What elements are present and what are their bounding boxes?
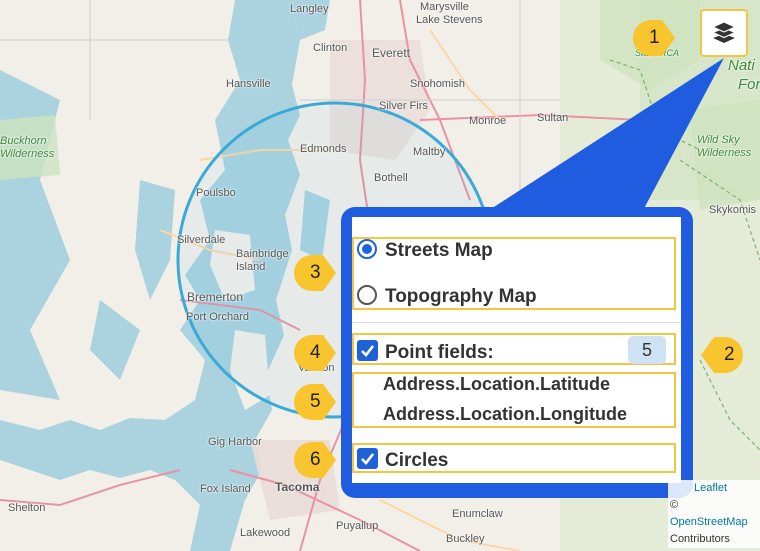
place-label-lake-stevens: Lake Stevens [416,14,483,26]
place-label-snohomish: Snohomish [410,78,466,90]
place-label-for: For [738,76,760,93]
place-label-lakewood: Lakewood [240,527,291,539]
place-label-silverdale: Silverdale [177,234,226,246]
checkmark-icon [361,345,375,357]
radio-streets-map[interactable] [357,239,377,259]
place-label-buckhorn: Buckhorn Wilderness [0,135,55,160]
layers-separator [352,322,681,323]
layers-icon [711,21,737,43]
point-fields-label: Point fields: [385,342,494,363]
place-label-bainbridge: Bainbridge Island [236,248,289,273]
place-label-tacoma: Tacoma [275,480,320,494]
place-label-skykomish: Skykomis [709,204,757,216]
place-label-shelton: Shelton [8,502,46,514]
place-label-port-orchard: Port Orchard [186,311,249,323]
point-fields-count: 5 [628,336,666,364]
contributors-text: Contributors [670,533,730,545]
place-label-edmonds: Edmonds [300,143,347,155]
map-attribution: Leaflet © OpenStreetMap Contributors [668,480,760,548]
place-label-sultan: Sultan [537,112,569,124]
callout-5: 5 [293,383,337,421]
leaflet-link[interactable]: Leaflet [694,482,727,494]
place-label-marysville: Marysville [420,1,469,13]
layers-button[interactable] [700,9,748,57]
place-label-hansville: Hansville [226,78,271,90]
circles-label[interactable]: Circles [385,450,448,472]
place-label-buckley: Buckley [446,533,485,545]
place-label-fox-island: Fox Island [200,483,251,495]
place-label-wild-sky: Wild Sky Wilderness [697,134,752,159]
topography-map-label[interactable]: Topography Map [385,286,537,308]
place-label-clinton: Clinton [313,42,348,54]
place-label-poulsbo: Poulsbo [196,187,236,199]
place-label-monroe: Monroe [469,115,507,127]
point-fields-checkbox[interactable] [357,340,378,361]
place-label-enumclaw: Enumclaw [452,508,503,520]
checkmark-icon [361,453,375,465]
place-label-puyallup: Puyallup [336,520,379,532]
place-label-gig-harbor: Gig Harbor [208,436,262,448]
field-longitude[interactable]: Address.Location.Longitude [383,404,627,425]
callout-4: 4 [293,334,337,372]
callout-2: 2 [700,336,744,374]
place-label-everett: Everett [372,46,411,60]
place-label-bremerton: Bremerton [187,290,244,304]
circles-checkbox[interactable] [357,448,378,469]
radio-topography-map[interactable] [357,285,377,305]
callout-6: 6 [293,441,337,479]
place-label-natl: Nati [728,57,755,74]
openstreetmap-link[interactable]: OpenStreetMap [670,516,748,528]
copyright-symbol: © [670,499,679,511]
streets-map-label[interactable]: Streets Map [385,240,493,262]
place-label-silver-firs: Silver Firs [379,100,428,112]
field-latitude[interactable]: Address.Location.Latitude [383,374,610,395]
callout-3: 3 [293,254,337,292]
place-label-langley: Langley [290,3,329,15]
place-label-maltby: Maltby [413,146,446,158]
callout-1: 1 [632,19,676,57]
place-label-bothell: Bothell [374,172,408,184]
